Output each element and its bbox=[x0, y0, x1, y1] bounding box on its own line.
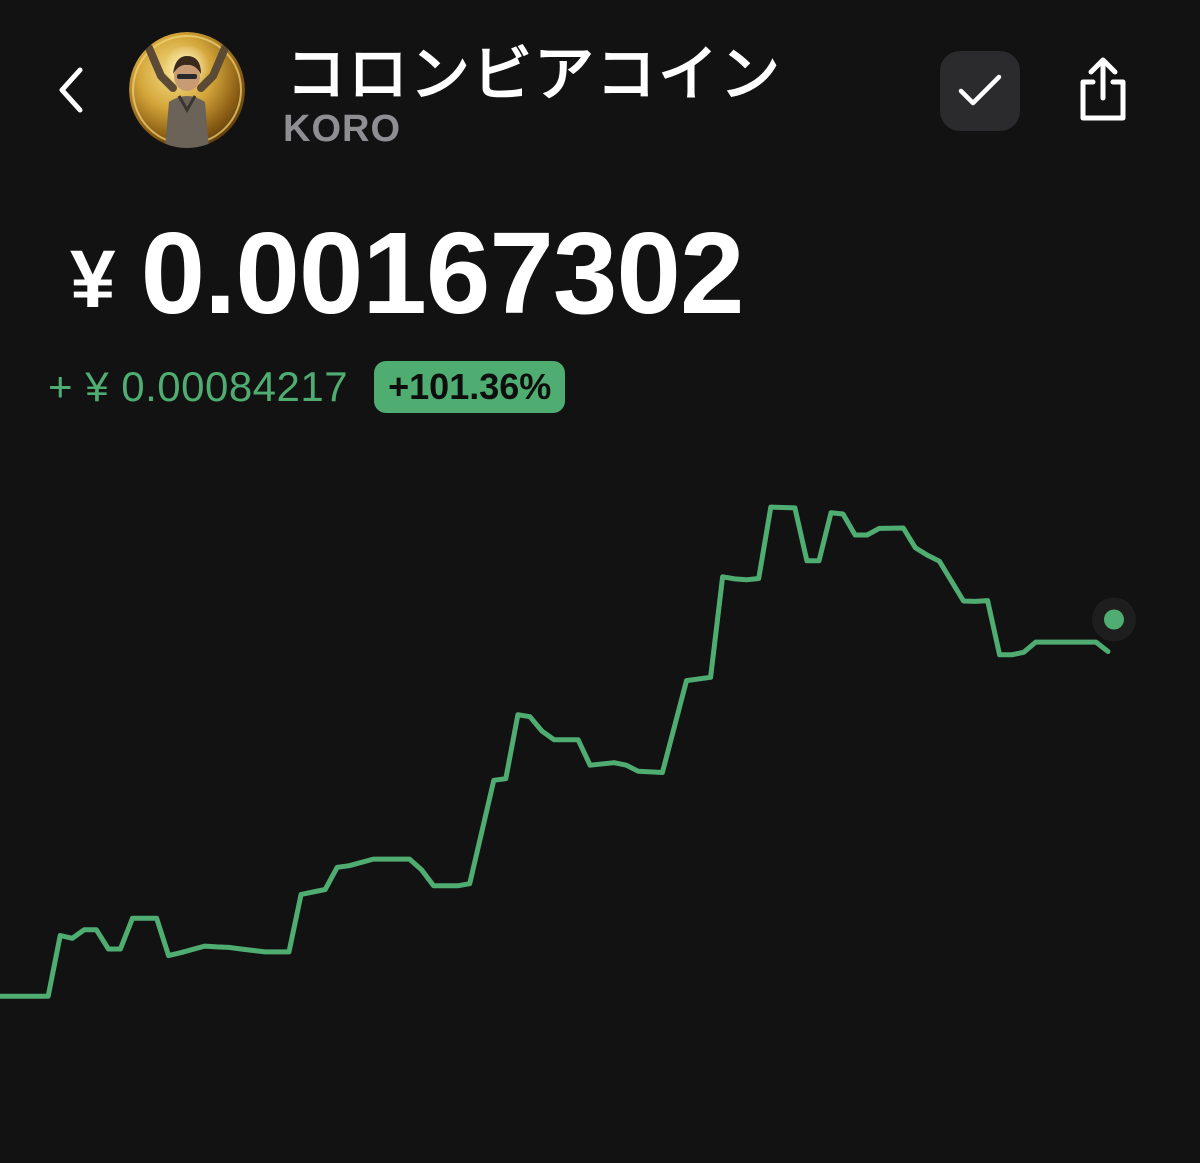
checkmark-icon bbox=[958, 74, 1002, 106]
share-button[interactable] bbox=[1068, 50, 1138, 130]
coin-name: コロンビアコイン bbox=[286, 41, 782, 108]
current-price: ¥ 0.00167302 bbox=[70, 206, 745, 340]
header: コロンビアコイン KORO bbox=[0, 0, 1200, 180]
share-icon bbox=[1080, 57, 1126, 121]
chevron-left-icon bbox=[59, 67, 83, 113]
price-value: 0.00167302 bbox=[140, 208, 745, 338]
coin-symbol: KORO bbox=[283, 108, 401, 150]
watchlist-button[interactable] bbox=[940, 51, 1020, 131]
price-change: + ¥ 0.00084217 +101.36% bbox=[48, 360, 566, 414]
change-absolute: + ¥ 0.00084217 bbox=[48, 363, 349, 410]
current-point-marker bbox=[1104, 609, 1124, 630]
price-chart[interactable] bbox=[0, 460, 1200, 1100]
price-currency: ¥ bbox=[70, 234, 116, 325]
change-percent-badge: +101.36% bbox=[374, 361, 566, 413]
back-button[interactable] bbox=[44, 58, 100, 122]
price-line bbox=[0, 504, 1111, 999]
coin-avatar bbox=[129, 32, 245, 148]
